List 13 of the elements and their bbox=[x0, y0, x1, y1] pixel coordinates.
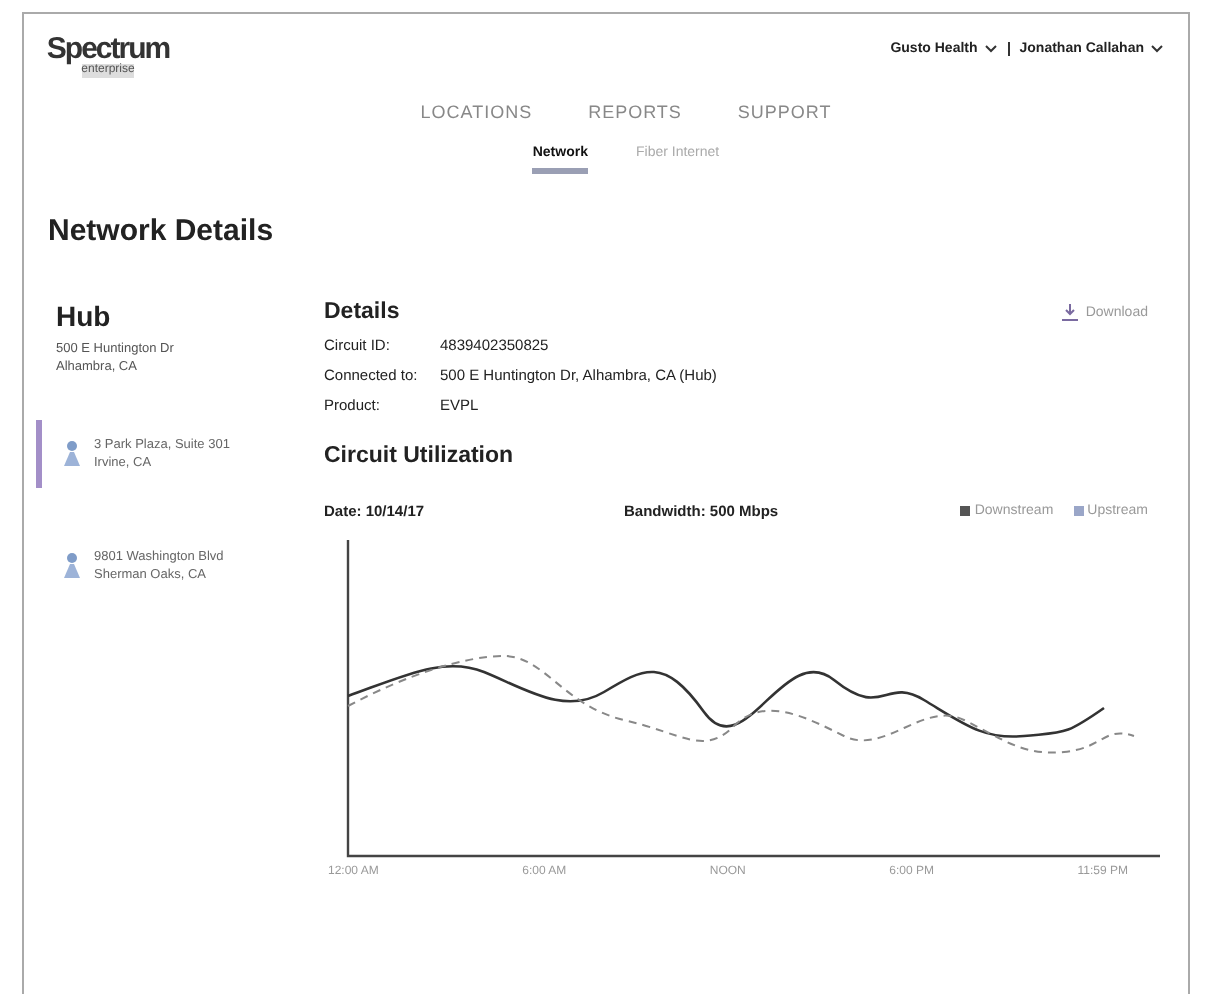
nav-tab[interactable]: LOCATIONS bbox=[420, 102, 533, 122]
details-heading: Details bbox=[324, 300, 400, 324]
download-icon bbox=[1061, 303, 1078, 321]
nav-tab[interactable]: SUPPORT bbox=[737, 102, 832, 122]
person-icon bbox=[62, 440, 82, 468]
chevron-icon bbox=[1150, 44, 1164, 54]
nav-tab[interactable]: REPORTS bbox=[588, 102, 682, 122]
person-icon bbox=[62, 552, 82, 580]
logo-text: Spectrum bbox=[46, 34, 170, 64]
utilization-heading: Circuit Utilization bbox=[324, 444, 516, 468]
chevron-icon bbox=[983, 44, 998, 54]
page-title: Network Details bbox=[48, 214, 276, 248]
hub-heading: Hub bbox=[56, 300, 113, 332]
